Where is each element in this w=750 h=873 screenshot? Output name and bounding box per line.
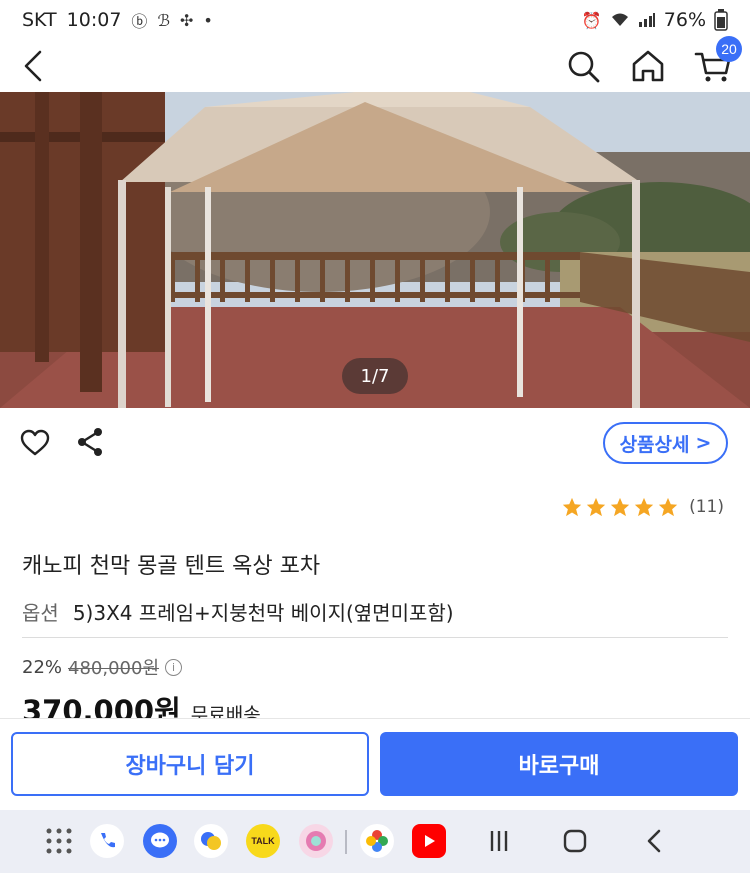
buy-now-button[interactable]: 바로구매 <box>380 732 738 796</box>
signal-icon <box>638 13 655 27</box>
pinwheel-icon <box>366 830 388 852</box>
star-icon <box>658 497 678 517</box>
wifi-call-icon: ℬ <box>157 10 171 30</box>
phone-app-icon[interactable] <box>90 824 124 858</box>
rating[interactable]: (11) <box>561 496 724 518</box>
system-nav-bar: TALK <box>0 810 750 873</box>
fan-icon: ✣ <box>180 10 194 30</box>
battery-percent: 76% <box>663 9 706 31</box>
alarm-icon: ⏰ <box>581 10 602 30</box>
notification-b-icon: ⓑ <box>131 12 148 31</box>
youtube-app-icon[interactable] <box>412 824 446 858</box>
photos-app-icon[interactable] <box>360 824 394 858</box>
status-right: ⏰ 76% <box>582 9 728 31</box>
bixby-icon <box>306 831 326 851</box>
share-icon[interactable] <box>76 426 104 458</box>
product-detail-label: 상품상세 <box>619 433 690 456</box>
gallery-app-icon[interactable] <box>299 824 333 858</box>
discount-rate: 22% <box>22 656 63 678</box>
back-icon[interactable] <box>18 46 48 86</box>
status-bar: SKT 10:07 ⓑ ℬ ✣ • ⏰ 76% <box>0 0 750 40</box>
kakao-talk-label: TALK <box>251 836 275 846</box>
recent-apps-icon[interactable] <box>482 824 516 858</box>
divider <box>22 637 728 638</box>
app-bar <box>0 40 750 92</box>
heart-icon[interactable] <box>20 428 50 458</box>
chat-bubbles-icon <box>201 832 221 850</box>
battery-icon <box>714 9 728 31</box>
option-line[interactable]: 옵션 5)3X4 프레임+지붕천막 베이지(옆면미포함) <box>22 597 454 626</box>
phone-icon <box>101 833 115 848</box>
status-left: SKT 10:07 ⓑ ℬ ✣ • <box>22 8 213 32</box>
nav-back-icon[interactable] <box>638 824 672 858</box>
home-button-icon[interactable] <box>558 824 592 858</box>
product-actions: 상품상세 > <box>0 408 750 478</box>
chat-app-icon[interactable] <box>194 824 228 858</box>
star-icon <box>634 497 654 517</box>
product-title: 캐노피 천막 몽골 텐트 옥상 포차 <box>22 554 321 579</box>
info-icon[interactable]: i <box>165 658 183 676</box>
nav-separator <box>345 830 347 854</box>
price-discount-row: 22% 480,000원 i <box>22 654 183 680</box>
gallery-page-indicator: 1/7 <box>342 358 408 394</box>
wifi-icon <box>611 13 628 26</box>
option-value: 5)3X4 프레임+지붕천막 베이지(옆면미포함) <box>72 601 454 625</box>
purchase-action-bar: 장바구니 담기 바로구매 <box>0 718 750 810</box>
review-count: (11) <box>689 497 724 517</box>
cart-count-badge: 20 <box>716 36 742 62</box>
message-icon <box>151 832 169 848</box>
kakaotalk-app-icon[interactable]: TALK <box>246 824 280 858</box>
carrier-label: SKT <box>22 9 57 31</box>
play-icon <box>425 835 435 847</box>
add-to-cart-button[interactable]: 장바구니 담기 <box>11 732 369 796</box>
product-detail-button[interactable]: 상품상세 > <box>603 422 728 464</box>
star-icon <box>610 497 630 517</box>
star-icon <box>562 497 582 517</box>
messages-app-icon[interactable] <box>143 824 177 858</box>
clock: 10:07 <box>66 9 122 31</box>
search-icon[interactable] <box>563 46 603 86</box>
chevron-right-icon: > <box>695 432 712 454</box>
app-drawer-icon[interactable] <box>42 824 76 858</box>
star-icon <box>586 497 606 517</box>
more-dot-icon: • <box>203 10 213 30</box>
home-icon[interactable] <box>628 46 668 86</box>
option-label: 옵션 <box>22 601 59 625</box>
original-price: 480,000원 <box>68 658 160 679</box>
